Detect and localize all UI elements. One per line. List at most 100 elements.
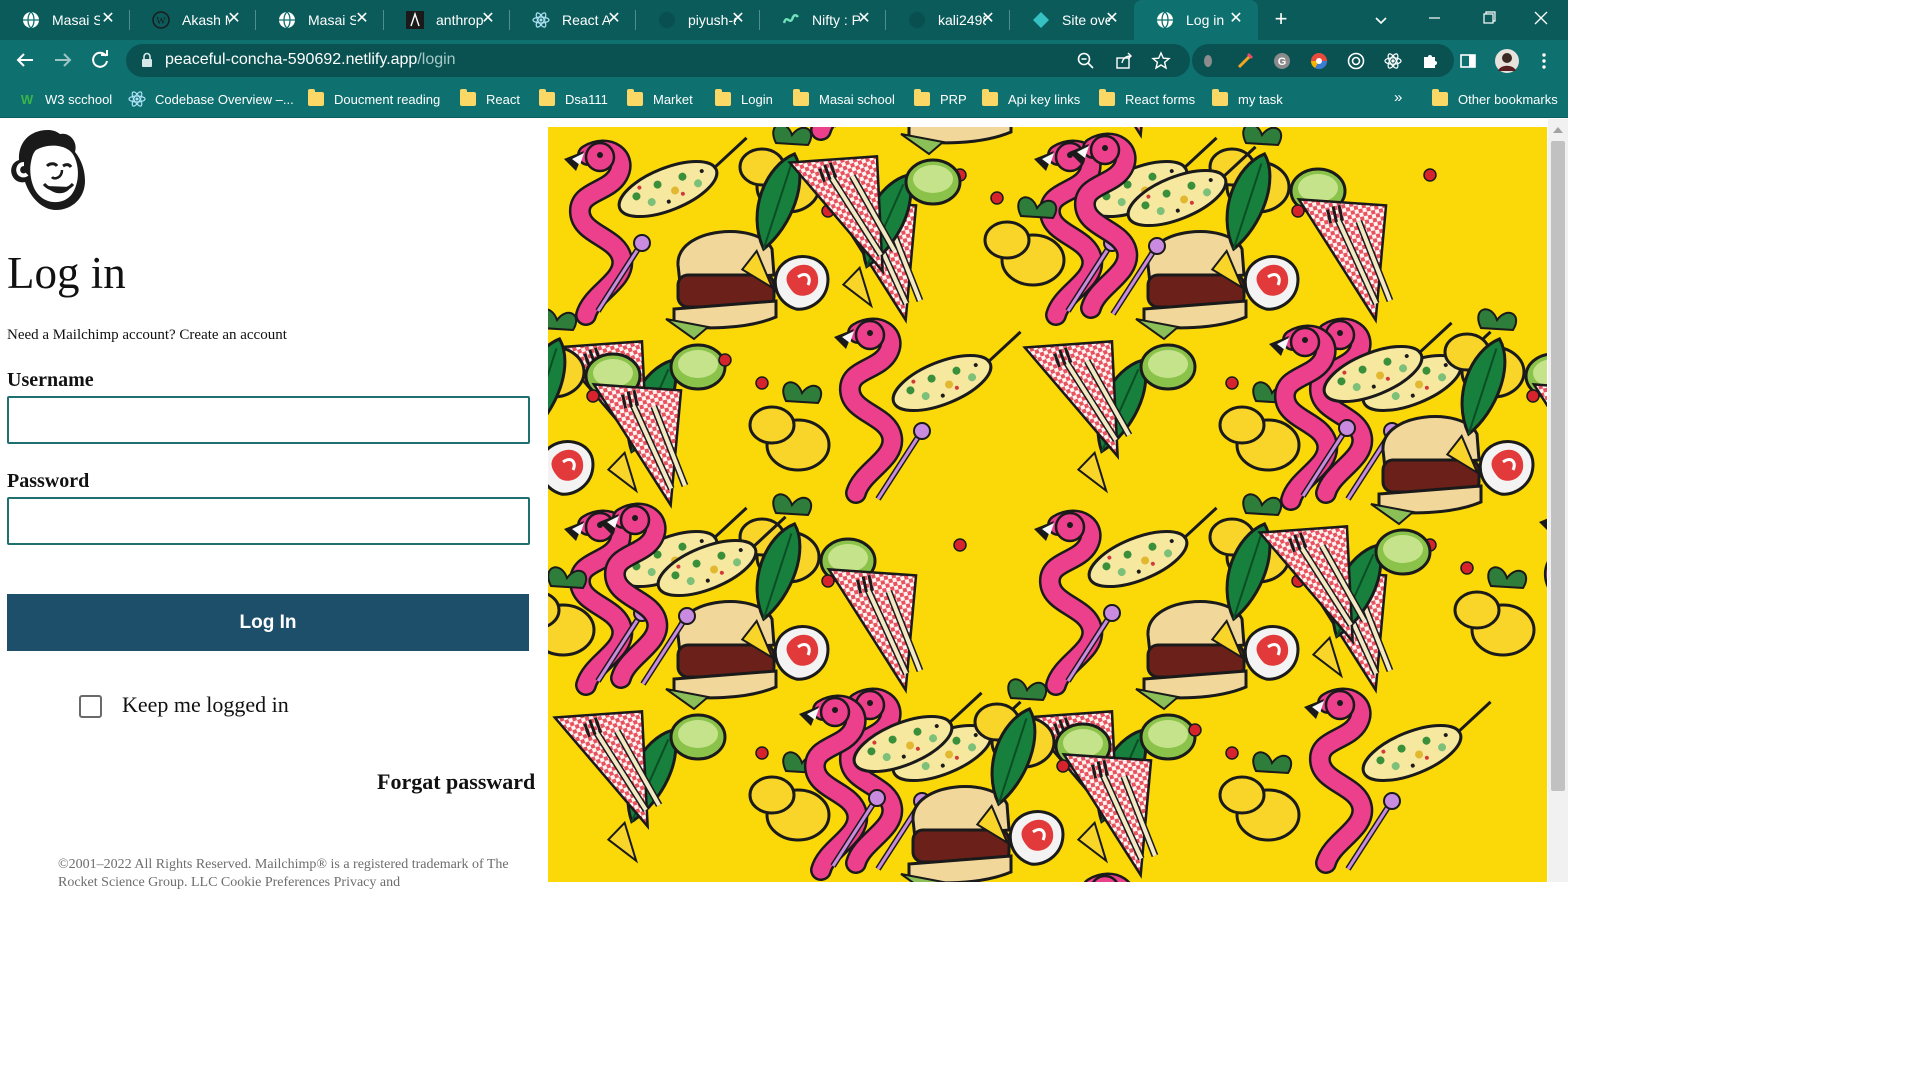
bookmark-other-bookmarks[interactable]: Other bookmarks (1432, 89, 1558, 109)
puzzle-extensions-icon[interactable] (1420, 51, 1440, 71)
page-title: Log in (7, 248, 126, 298)
tab-3[interactable]: Masai Sc✕ (256, 0, 384, 40)
netlify-icon (1032, 11, 1050, 29)
login-button[interactable]: Log In (7, 594, 529, 651)
bookmark-10[interactable]: Api key links (982, 89, 1080, 109)
globe-icon (1156, 11, 1174, 29)
target-icon[interactable] (1346, 51, 1366, 71)
tab-8[interactable]: kali2498 ✕ (886, 0, 1010, 40)
bookmark-3[interactable]: Doucment reading (308, 89, 440, 109)
close-window-icon[interactable] (1526, 6, 1556, 32)
tab-label: React Ap (562, 12, 610, 28)
tab-label: anthropo (436, 12, 484, 28)
password-input[interactable] (7, 497, 530, 545)
side-panel-icon[interactable] (1458, 51, 1478, 71)
folder-icon (539, 89, 555, 106)
tab-4[interactable]: anthropo✕ (384, 0, 510, 40)
tab-search-icon[interactable] (1370, 9, 1392, 31)
bookmark-label: Dsa111 (565, 91, 608, 107)
close-tab-icon[interactable]: ✕ (854, 9, 874, 29)
restore-window-icon[interactable] (1474, 6, 1504, 32)
page-content: Log in Need a Mailchimp account? Create … (0, 119, 1568, 890)
globe-icon (278, 11, 296, 29)
tab-5[interactable]: React Ap✕ (510, 0, 636, 40)
close-tab-icon[interactable]: ✕ (352, 9, 372, 29)
tab-label: Nifty : Pr (812, 12, 860, 28)
reload-icon[interactable] (88, 48, 112, 72)
bookmark-1[interactable]: W W3 scchool (18, 89, 112, 109)
close-tab-icon[interactable]: ✕ (1226, 9, 1246, 29)
bookmark-2[interactable]: Codebase Overview –... (128, 89, 294, 109)
tab-7[interactable]: Nifty : Pr✕ (760, 0, 886, 40)
close-tab-icon[interactable]: ✕ (728, 9, 748, 29)
bookmark-8[interactable]: Masai school (793, 89, 895, 109)
page-scrollbar-thumb[interactable] (1551, 141, 1565, 791)
folder-icon (793, 89, 809, 106)
tab-2[interactable]: W Akash M✕ (130, 0, 256, 40)
tab-6[interactable]: piyush-a ✕ (636, 0, 760, 40)
close-tab-icon[interactable]: ✕ (604, 9, 624, 29)
chrome-extension-icon[interactable] (1309, 51, 1329, 71)
username-label: Username (7, 369, 94, 391)
scroll-up-arrow-icon[interactable] (1552, 125, 1564, 135)
forgot-password-link[interactable]: Forgat passward (377, 769, 535, 795)
password-label: Password (7, 470, 90, 492)
svg-text:W: W (21, 92, 34, 107)
extension-bulb-icon[interactable] (1198, 51, 1218, 71)
new-tab-button[interactable]: + (1268, 8, 1294, 32)
close-tab-icon[interactable]: ✕ (1102, 9, 1122, 29)
lock-icon[interactable] (140, 52, 154, 68)
w3-icon: W (18, 90, 36, 108)
bookmark-9[interactable]: PRP (914, 89, 967, 109)
bookmark-label: React forms (1125, 91, 1196, 107)
profile-avatar[interactable] (1494, 48, 1520, 74)
back-icon[interactable] (13, 48, 37, 72)
mailchimp-logo (11, 130, 85, 210)
more-menu-icon[interactable] (1534, 51, 1554, 71)
food-pattern-illustration (548, 127, 1547, 882)
bookmark-label: PRP (940, 91, 967, 107)
github-icon (658, 11, 676, 29)
svg-text:W: W (156, 16, 166, 27)
bookmark-4[interactable]: React (460, 89, 520, 109)
url-text[interactable]: peaceful-concha-590692.netlify.app/login (165, 51, 456, 69)
folder-icon (308, 89, 324, 106)
browser-tab-strip: Masai Sc✕WAkash M✕Masai Sc✕anthropo✕Reac… (0, 0, 1568, 40)
zoom-icon[interactable] (1076, 51, 1096, 71)
react-icon (128, 90, 146, 108)
tab-1[interactable]: Masai Sc✕ (0, 0, 130, 40)
create-account-text[interactable]: Need a Mailchimp account? Create an acco… (7, 327, 287, 344)
close-tab-icon[interactable]: ✕ (224, 9, 244, 29)
color-picker-icon[interactable] (1235, 51, 1255, 71)
username-input[interactable] (7, 396, 530, 444)
tab-10[interactable]: Log in ✕ (1134, 0, 1258, 40)
bookmark-5[interactable]: Dsa111 (539, 89, 608, 109)
bookmark-label: Codebase Overview –... (155, 91, 294, 107)
folder-icon (1212, 89, 1228, 106)
keep-logged-in-checkbox[interactable] (79, 695, 102, 718)
minimize-icon[interactable] (1420, 6, 1450, 32)
bookmark-label: W3 scchool (45, 91, 113, 107)
bookmark-12[interactable]: my task (1212, 89, 1283, 109)
bookmark-label: Other bookmarks (1458, 91, 1558, 107)
bookmark-star-icon[interactable] (1151, 51, 1171, 71)
bookmark-7[interactable]: Login (715, 89, 773, 109)
tab-label: Akash M (182, 12, 230, 28)
tab-label: Masai Sc (308, 12, 356, 28)
bookmark-label: Masai school (819, 91, 895, 107)
close-tab-icon[interactable]: ✕ (978, 9, 998, 29)
bookmark-6[interactable]: Market (627, 89, 693, 109)
forward-icon[interactable] (51, 48, 75, 72)
close-tab-icon[interactable]: ✕ (478, 9, 498, 29)
bookmark-11[interactable]: React forms (1099, 89, 1195, 109)
share-icon[interactable] (1114, 51, 1134, 71)
tab-9[interactable]: Site over✕ (1010, 0, 1134, 40)
react-devtools-icon[interactable] (1383, 51, 1403, 71)
tab-label: Masai Sc (52, 12, 100, 28)
github-icon (908, 11, 926, 29)
keep-logged-in-label[interactable]: Keep me logged in (122, 692, 289, 718)
close-tab-icon[interactable]: ✕ (98, 9, 118, 29)
bookmarks-overflow-button[interactable]: » (1394, 89, 1402, 106)
grammarly-icon[interactable]: G (1272, 51, 1292, 71)
url-host: peaceful-concha-590692.netlify.app (165, 51, 418, 68)
